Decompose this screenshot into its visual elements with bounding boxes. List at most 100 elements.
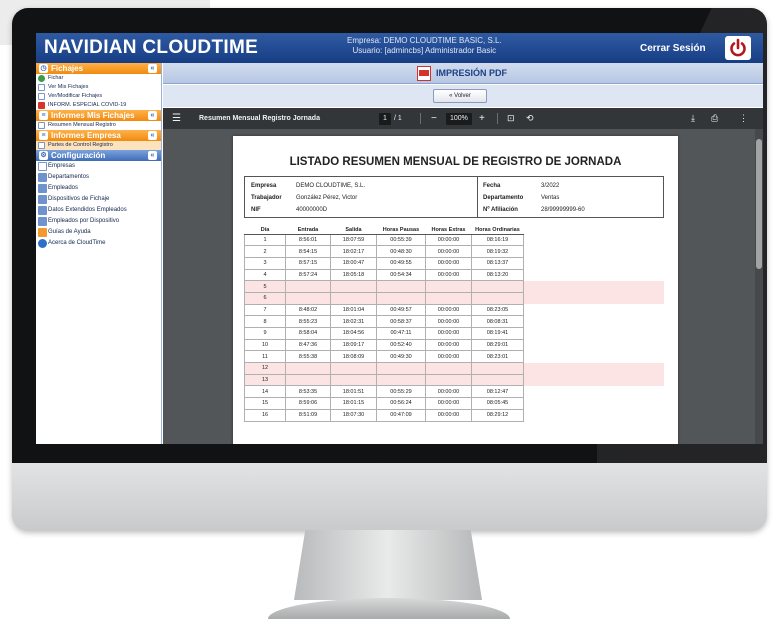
info-label: Fecha	[483, 183, 501, 189]
sidebar-item-label: Ver/Modificar Fichajes	[48, 93, 103, 99]
collapse-icon[interactable]: «	[148, 111, 157, 120]
table-cell	[425, 373, 472, 387]
table-row: 16 8:51:09 18:07:30 00:47:09 00:00:00 08:29:1…	[244, 408, 664, 422]
table-cell	[376, 362, 426, 375]
table-cell: 4	[244, 268, 286, 282]
table-cell: 8:47:36	[285, 338, 331, 352]
table-cell: 00:00:00	[425, 350, 472, 364]
sidebar-section-informes-empresa[interactable]: ≡ Informes Empresa «	[36, 130, 161, 141]
user-device-icon	[38, 217, 47, 226]
pdf-scrollbar[interactable]	[755, 129, 763, 444]
info-afiliacion: Nº Afiliación 28/99999999-60	[483, 205, 585, 215]
sidebar-section-fichajes[interactable]: ◷ Fichajes «	[36, 63, 161, 74]
table-cell-spacer	[523, 362, 664, 375]
table-row: 14 8:53:35 18:01:51 00:55:29 00:00:00 08:12:4…	[244, 385, 664, 399]
table-cell: 00:00:00	[425, 397, 472, 410]
pdf-viewer: LISTADO RESUMEN MENSUAL DE REGISTRO DE J…	[163, 129, 763, 444]
info-nif: NIF 40000000D	[251, 205, 327, 215]
table-cell: 6	[244, 291, 286, 305]
collapse-icon[interactable]: «	[148, 131, 157, 140]
sidebar-section-informes-mis-fichajes[interactable]: ≡ Informes Mis Fichajes «	[36, 110, 161, 121]
table-cell: 00:49:55	[376, 256, 426, 270]
table-cell: 18:01:04	[330, 303, 377, 317]
page-number-input[interactable]: 1	[379, 113, 391, 125]
users-icon	[38, 184, 47, 193]
sidebar-item-empleados[interactable]: Empleados	[36, 183, 161, 194]
table-cell	[285, 362, 331, 375]
table-cell: 8:57:24	[285, 268, 331, 282]
logout-link[interactable]: Cerrar Sesión	[640, 43, 706, 54]
sidebar-item-departamentos[interactable]: Departamentos	[36, 172, 161, 183]
pdf-icon	[417, 66, 431, 81]
table-cell	[330, 362, 377, 375]
building-icon	[38, 162, 47, 171]
power-button[interactable]	[725, 36, 751, 60]
info-divider	[477, 177, 478, 217]
table-cell: 08:08:31	[471, 315, 524, 328]
rotate-icon[interactable]: ⟲	[526, 108, 534, 129]
table-cell: 18:05:18	[330, 268, 377, 282]
table-row: 4 8:57:24 18:05:18 00:54:34 00:00:00 08:13:20	[244, 268, 664, 282]
zoom-in-icon[interactable]: +	[479, 108, 485, 129]
menu-icon[interactable]: ☰	[172, 108, 181, 129]
download-icon[interactable]: ⤓	[691, 108, 695, 129]
table-cell: 00:48:30	[376, 245, 426, 258]
table-cell	[425, 291, 472, 305]
sidebar-item-label: Fichar	[48, 75, 64, 81]
sidebar-item-dispositivos[interactable]: Dispositivos de Fichaje	[36, 194, 161, 205]
sidebar-item-ver-mis-fichajes[interactable]: Ver Mis Fichajes	[36, 83, 161, 92]
sidebar-item-label: Departamentos	[48, 174, 90, 180]
pdf-toolbar: ☰ Resumen Mensual Registro Jornada 1 / 1…	[163, 108, 763, 129]
table-cell: 08:19:41	[471, 327, 524, 340]
table-cell: 18:09:17	[330, 338, 377, 352]
table-cell-spacer	[523, 245, 664, 258]
table-cell: 00:49:57	[376, 303, 426, 317]
info-value: González Pérez, Victor	[296, 195, 358, 201]
info-value: 3/2022	[541, 183, 560, 189]
power-icon	[730, 38, 746, 57]
zoom-out-icon[interactable]: −	[431, 108, 437, 129]
scrollbar-thumb[interactable]	[756, 139, 762, 269]
sidebar-item-partes-control[interactable]: Partes de Control Registro	[36, 141, 161, 150]
employee-info-box: Empresa DEMO CLOUDTIME, S.L. Trabajador …	[244, 176, 664, 218]
sidebar-item-acerca-de[interactable]: Acerca de CloudTime	[36, 238, 161, 249]
collapse-icon[interactable]: «	[148, 151, 157, 160]
daily-records-table: Día Entrada Salida Horas Pausas Horas Ex…	[244, 226, 664, 422]
table-cell: 8:51:09	[285, 408, 331, 422]
collapse-icon[interactable]: «	[148, 64, 157, 73]
table-cell: 8:55:38	[285, 350, 331, 364]
table-row: 3 8:57:15 18:00:47 00:49:55 00:00:00 08:13:37	[244, 256, 664, 270]
screen: NAVIDIAN CLOUDTIME Empresa: DEMO CLOUDTI…	[36, 33, 763, 444]
zoom-input[interactable]: 100%	[446, 113, 472, 125]
table-cell: 00:55:29	[376, 385, 426, 399]
sidebar-item-empresas[interactable]: Empresas	[36, 161, 161, 172]
table-cell: 18:02:17	[330, 245, 377, 258]
monitor-chin	[12, 463, 767, 531]
monitor-neck	[294, 530, 482, 600]
sidebar-item-covid[interactable]: INFORM. ESPECIAL COVID-19	[36, 101, 161, 110]
sidebar-item-resumen-mensual[interactable]: Resumen Mensual Registro	[36, 121, 161, 130]
more-options-icon[interactable]: ⋮	[739, 108, 748, 129]
back-button[interactable]: « Volver	[433, 89, 487, 103]
column-header: Salida	[330, 226, 377, 235]
info-label: Nº Afiliación	[483, 207, 518, 213]
sidebar-item-empleados-dispositivo[interactable]: Empleados por Dispositivo	[36, 216, 161, 227]
sidebar-item-label: Datos Extendidos Empleados	[48, 207, 127, 213]
virus-icon	[38, 102, 45, 109]
sidebar-item-guias-ayuda[interactable]: Guías de Ayuda	[36, 227, 161, 238]
table-cell-spacer	[523, 234, 664, 246]
table-cell-spacer	[523, 315, 664, 328]
toolbar-divider	[497, 113, 498, 124]
fit-page-icon[interactable]: ⊡	[507, 108, 515, 129]
user-line: Usuario: [admincbs] Administrador Basic	[352, 46, 497, 55]
sidebar-item-datos-extendidos[interactable]: Datos Extendidos Empleados	[36, 205, 161, 216]
print-icon[interactable]: ⎙	[711, 108, 718, 129]
sidebar-item-fichar[interactable]: Fichar	[36, 74, 161, 83]
sidebar-section-configuracion[interactable]: ⚙ Configuración «	[36, 150, 161, 161]
table-cell: 18:02:31	[330, 315, 377, 328]
sidebar-item-modificar-fichajes[interactable]: Ver/Modificar Fichajes	[36, 92, 161, 101]
table-cell: 00:49:30	[376, 350, 426, 364]
sidebar-item-label: Resumen Mensual Registro	[48, 122, 116, 128]
pdf-doc-title: Resumen Mensual Registro Jornada	[199, 115, 320, 122]
help-icon	[38, 239, 47, 248]
